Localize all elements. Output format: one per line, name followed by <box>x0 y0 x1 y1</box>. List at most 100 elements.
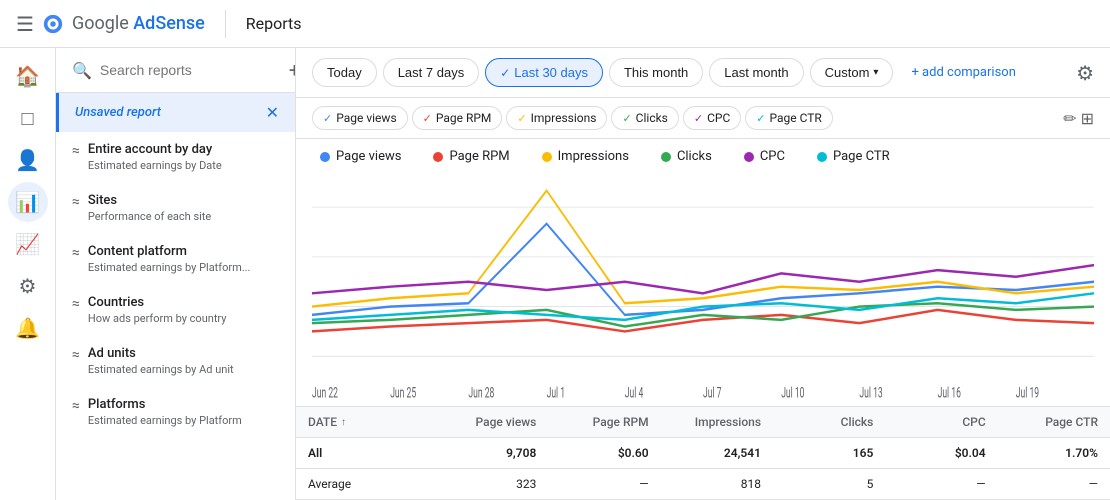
th-impressions[interactable]: Impressions <box>661 407 773 437</box>
filter-today[interactable]: Today <box>312 58 377 87</box>
sidebar-item-title-2: Content platform <box>88 244 253 259</box>
td-pagerpm-1: — <box>548 469 660 499</box>
sidebar-item-subtitle-1: Performance of each site <box>88 210 253 223</box>
metric-label-1: Page RPM <box>436 111 492 125</box>
sidebar-item-subtitle-3: How ads perform by country <box>88 312 253 325</box>
svg-text:Jul 4: Jul 4 <box>625 384 644 401</box>
th-page-ctr[interactable]: Page CTR <box>998 407 1110 437</box>
sidebar-item-3[interactable]: ≈ Countries How ads perform by country ⋮ <box>56 285 295 336</box>
sidebar-item-text-0: Entire account by day Estimated earnings… <box>88 142 253 172</box>
table-row-0[interactable]: All 9,708 $0.60 24,541 165 $0.04 1.70% <box>296 438 1110 469</box>
td-pageviews-1: 323 <box>436 469 548 499</box>
sidebar-item-5[interactable]: ≈ Platforms Estimated earnings by Platfo… <box>56 387 295 438</box>
svg-text:Jul 19: Jul 19 <box>1016 384 1039 401</box>
icon-nav: 🏠 □ 👤 📊 📈 ⚙ 🔔 <box>0 48 56 500</box>
filter-bar: Today Last 7 days ✓ Last 30 days This mo… <box>296 48 1110 98</box>
metric-label-2: Impressions <box>531 111 597 125</box>
th-page-rpm[interactable]: Page RPM <box>548 407 660 437</box>
legend-dot-0 <box>320 152 330 162</box>
sidebar-items-list: ≈ Entire account by day Estimated earnin… <box>56 132 295 438</box>
sidebar-item-text-1: Sites Performance of each site <box>88 193 253 223</box>
add-comparison-btn[interactable]: + add comparison <box>903 59 1023 86</box>
filter-options-icon[interactable]: ⊞ <box>1081 109 1094 128</box>
nav-home-icon[interactable]: 🏠 <box>8 56 48 96</box>
nav-analytics-icon[interactable]: 📈 <box>8 224 48 264</box>
legend-row: Page views Page RPM Impressions Clicks C… <box>296 139 1110 174</box>
legend-item-3: Clicks <box>661 149 712 164</box>
td-cpc-0: $0.04 <box>885 438 997 468</box>
td-date-1: Average <box>296 469 436 499</box>
filter-last-month[interactable]: Last month <box>709 58 803 87</box>
td-pagectr-0: 1.70% <box>998 438 1110 468</box>
sidebar-item-subtitle-2: Estimated earnings by Platform... <box>88 261 253 274</box>
sidebar-item-title-4: Ad units <box>88 346 253 361</box>
legend-item-0: Page views <box>320 149 401 164</box>
sidebar-item-icon-0: ≈ <box>72 143 80 159</box>
filter-last-30-days[interactable]: ✓ Last 30 days <box>485 58 603 87</box>
td-impressions-1: 818 <box>661 469 773 499</box>
sidebar-search-container: 🔍 + <box>56 48 295 93</box>
metric-chip-clicks[interactable]: ✓ Clicks <box>611 106 678 130</box>
sidebar-item-title-3: Countries <box>88 295 253 310</box>
svg-text:Jun 28: Jun 28 <box>468 384 494 401</box>
sidebar-item-title-1: Sites <box>88 193 253 208</box>
nav-users-icon[interactable]: 👤 <box>8 140 48 180</box>
legend-item-4: CPC <box>744 149 785 164</box>
nav-reports-icon[interactable]: 📊 <box>8 182 48 222</box>
metric-check-4: ✓ <box>694 112 703 125</box>
menu-icon[interactable]: ☰ <box>16 12 34 36</box>
topbar: ☰ Google AdSense Reports <box>0 0 1110 48</box>
th-cpc[interactable]: CPC <box>885 407 997 437</box>
sidebar-item-icon-2: ≈ <box>72 245 80 261</box>
legend-dot-5 <box>817 152 827 162</box>
full-layout: 🏠 □ 👤 📊 📈 ⚙ 🔔 🔍 + Unsaved report ✕ ≈ Ent… <box>0 48 1110 500</box>
legend-label-3: Clicks <box>677 149 712 164</box>
metric-chip-page-ctr[interactable]: ✓ Page CTR <box>745 106 833 130</box>
sidebar-item-text-2: Content platform Estimated earnings by P… <box>88 244 253 274</box>
metric-chip-impressions[interactable]: ✓ Impressions <box>506 106 607 130</box>
unsaved-report-item[interactable]: Unsaved report ✕ <box>56 93 295 132</box>
sidebar-item-0[interactable]: ≈ Entire account by day Estimated earnin… <box>56 132 295 183</box>
legend-label-5: Page CTR <box>833 149 890 164</box>
search-input[interactable] <box>100 62 281 78</box>
sidebar-item-icon-1: ≈ <box>72 194 80 210</box>
metric-chip-cpc[interactable]: ✓ CPC <box>683 106 741 130</box>
td-clicks-1: 5 <box>773 469 885 499</box>
filter-this-month[interactable]: This month <box>609 58 703 87</box>
th-clicks[interactable]: Clicks <box>773 407 885 437</box>
nav-settings-icon[interactable]: ⚙ <box>8 266 48 306</box>
settings-icon[interactable]: ⚙ <box>1076 61 1094 85</box>
filter-custom[interactable]: Custom ▾ <box>810 58 894 87</box>
legend-label-0: Page views <box>336 149 401 164</box>
th-date[interactable]: DATE ↑ <box>296 407 436 437</box>
unsaved-report-label: Unsaved report <box>75 105 161 120</box>
filter-last-7-days[interactable]: Last 7 days <box>383 58 480 87</box>
metric-chip-page-rpm[interactable]: ✓ Page RPM <box>412 106 503 130</box>
chevron-down-icon: ▾ <box>873 67 878 78</box>
sidebar-item-2[interactable]: ≈ Content platform Estimated earnings by… <box>56 234 295 285</box>
sidebar-item-1[interactable]: ≈ Sites Performance of each site ⋮ <box>56 183 295 234</box>
edit-metrics-icon[interactable]: ✏ <box>1063 109 1076 128</box>
th-page-views[interactable]: Page views <box>436 407 548 437</box>
nav-notifications-icon[interactable]: 🔔 <box>8 308 48 348</box>
brand-name: Google AdSense <box>72 13 205 34</box>
nav-pages-icon[interactable]: □ <box>8 98 48 138</box>
add-report-icon[interactable]: + <box>289 58 296 82</box>
page-title: Reports <box>246 14 302 33</box>
sidebar-item-icon-4: ≈ <box>72 347 80 363</box>
check-icon: ✓ <box>500 66 510 80</box>
sidebar-item-icon-5: ≈ <box>72 398 80 414</box>
metric-check-2: ✓ <box>517 112 526 125</box>
table-row-1[interactable]: Average 323 — 818 5 — — <box>296 469 1110 500</box>
td-impressions-0: 24,541 <box>661 438 773 468</box>
unsaved-report-close-icon[interactable]: ✕ <box>266 103 279 122</box>
metric-chip-page-views[interactable]: ✓ Page views <box>312 106 408 130</box>
metric-check-1: ✓ <box>423 112 432 125</box>
search-icon: 🔍 <box>72 61 92 80</box>
svg-text:Jul 7: Jul 7 <box>703 384 722 401</box>
metric-label-0: Page views <box>336 111 396 125</box>
legend-item-1: Page RPM <box>433 149 509 164</box>
legend-label-4: CPC <box>760 149 785 164</box>
sidebar-item-4[interactable]: ≈ Ad units Estimated earnings by Ad unit… <box>56 336 295 387</box>
chart-area: ✓ Page views ✓ Page RPM ✓ Impressions ✓ … <box>296 98 1110 500</box>
